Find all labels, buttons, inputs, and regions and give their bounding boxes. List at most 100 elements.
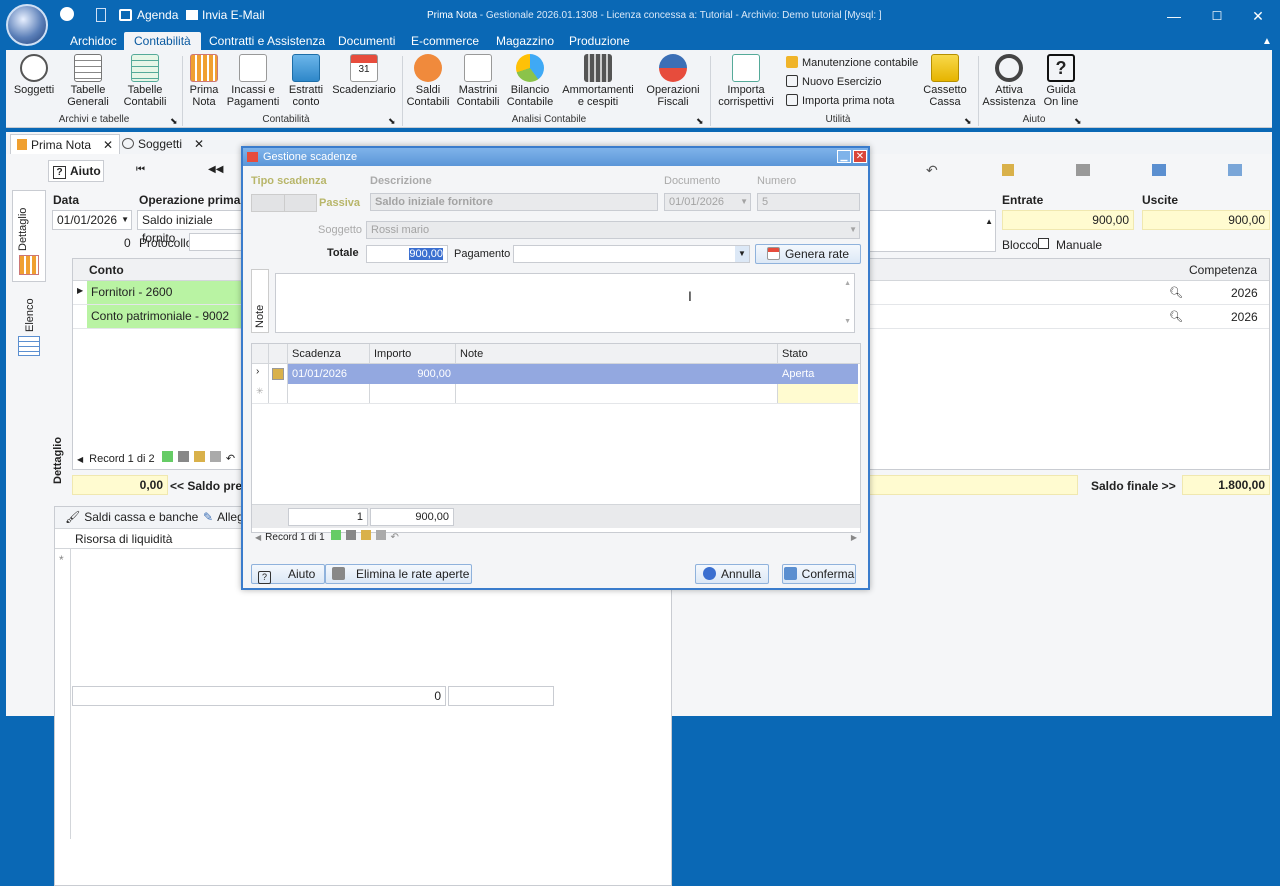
importa-corrispettivi-button[interactable]: Importa corrispettivi	[714, 54, 778, 108]
nav-prev-icon[interactable]: ◀	[77, 455, 83, 464]
protocollo-input[interactable]	[189, 233, 247, 251]
saldi-contabili-button[interactable]: Saldi Contabili	[406, 54, 450, 108]
side-tab-elenco[interactable]: Elenco	[12, 290, 46, 362]
tab-produzione[interactable]: Produzione	[561, 32, 638, 50]
undo-icon[interactable]: ↶	[926, 162, 938, 179]
scroll-up-icon[interactable]: ▲	[985, 213, 993, 231]
quick-access-circle-icon[interactable]	[60, 7, 74, 21]
agenda-button[interactable]: Agenda	[137, 8, 178, 22]
stato-new-cell[interactable]	[778, 384, 858, 403]
close-tab-icon[interactable]: ✕	[194, 137, 204, 151]
pagamento-select[interactable]: ▼	[513, 245, 750, 263]
delete-record-icon[interactable]	[177, 451, 189, 462]
edit-record-icon[interactable]	[193, 451, 205, 462]
operazione-input[interactable]: Saldo iniziale fornito	[137, 210, 247, 245]
conto-cell[interactable]: Conto patrimoniale - 9002	[87, 305, 247, 328]
magnifier-icon[interactable]: 🔍︎	[1169, 286, 1183, 299]
dialog-close-icon[interactable]: ✕	[853, 150, 867, 163]
copy-icon[interactable]	[1152, 164, 1166, 176]
edit-record-icon[interactable]	[360, 530, 371, 540]
edit-icon[interactable]	[1002, 164, 1014, 176]
undo-record-icon[interactable]: ↶	[226, 453, 235, 465]
tab-archidoc[interactable]: Archidoc	[62, 32, 125, 50]
scroll-down-icon[interactable]: ▼	[844, 314, 851, 330]
minimize-icon[interactable]: —	[1164, 6, 1184, 26]
scadenza-cell[interactable]: 01/01/2026	[288, 364, 351, 384]
first-record-icon[interactable]: ⏮	[136, 164, 145, 175]
phone-icon[interactable]	[96, 8, 106, 22]
tabelle-generali-button[interactable]: Tabelle Generali	[62, 54, 114, 108]
guida-online-button[interactable]: ? Guida On line	[1040, 54, 1082, 108]
scroll-up-icon[interactable]: ▲	[844, 276, 851, 292]
importa-prima-nota-button[interactable]: Importa prima nota	[786, 94, 894, 107]
doctab-soggetti[interactable]: Soggetti ✕	[116, 134, 210, 154]
group-launcher-icon[interactable]: ⬊	[170, 116, 178, 127]
maximize-icon[interactable]: ☐	[1207, 6, 1227, 26]
group-launcher-icon[interactable]: ⬊	[696, 116, 704, 127]
tab-saldi-cassa[interactable]: 🖌︎ Saldi cassa e banche	[65, 510, 198, 524]
nav-prev-icon[interactable]: ◀	[255, 533, 261, 542]
tab-contratti[interactable]: Contratti e Assistenza	[201, 32, 333, 50]
mastrini-contabili-button[interactable]: Mastrini Contabili	[456, 54, 500, 108]
bilancio-contabile-button[interactable]: Bilancio Contabile	[506, 54, 554, 108]
tab-allegati[interactable]: ✎ Alleg	[203, 510, 244, 524]
note-textarea[interactable]: I ▲ ▼	[275, 273, 855, 333]
duplicate-icon[interactable]	[1228, 164, 1242, 176]
totale-input[interactable]: 900,00	[366, 245, 448, 263]
close-tab-icon[interactable]: ✕	[103, 138, 113, 152]
group-launcher-icon[interactable]: ⬊	[388, 116, 396, 127]
description-field[interactable]: ▲	[866, 210, 996, 252]
close-icon[interactable]: ✕	[1248, 6, 1268, 26]
delete-record-icon[interactable]	[346, 530, 357, 540]
manutenzione-button[interactable]: Manutenzione contabile	[786, 56, 918, 69]
annulla-button[interactable]: Annulla	[695, 564, 769, 584]
attiva-assistenza-button[interactable]: Attiva Assistenza	[982, 54, 1036, 108]
edit-row-icon[interactable]	[272, 368, 284, 380]
data-input[interactable]: 01/01/2026 ▼	[52, 210, 132, 230]
estratti-conto-button[interactable]: Estratti conto	[284, 54, 328, 108]
print-icon[interactable]	[1076, 164, 1090, 176]
nav-next-icon[interactable]: ▶	[851, 529, 857, 547]
tab-ecommerce[interactable]: E-commerce	[403, 32, 487, 50]
tab-contabilita[interactable]: Contabilità	[124, 32, 201, 50]
tipo-scadenza-toggle[interactable]	[251, 194, 317, 212]
prev-record-icon[interactable]: ◀◀	[208, 164, 223, 175]
conto-cell[interactable]: Fornitori - 2600	[87, 281, 247, 304]
manuale-checkbox[interactable]	[1038, 238, 1049, 249]
operazioni-fiscali-button[interactable]: Operazioni Fiscali	[644, 54, 702, 108]
dropdown-icon[interactable]: ▼	[735, 246, 749, 262]
cassetto-cassa-button[interactable]: Cassetto Cassa	[920, 54, 970, 108]
dropdown-icon[interactable]: ▼	[121, 211, 129, 229]
prima-nota-button[interactable]: Prima Nota	[186, 54, 222, 108]
add-record-icon[interactable]	[161, 451, 173, 462]
ribbon-collapse-icon[interactable]: ▲	[1262, 36, 1272, 47]
stato-cell[interactable]: Aperta	[778, 364, 818, 384]
tabelle-contabili-button[interactable]: Tabelle Contabili	[118, 54, 172, 108]
soggetti-button[interactable]: Soggetti	[12, 54, 56, 96]
importo-cell[interactable]: 900,00	[370, 364, 455, 384]
aiuto-main-button[interactable]: ? Aiuto	[48, 160, 104, 182]
doctab-prima-nota[interactable]: Prima Nota ✕	[10, 134, 121, 154]
add-record-icon[interactable]	[331, 530, 342, 540]
dialog-minimize-icon[interactable]: ▁	[837, 150, 851, 163]
genera-rate-button[interactable]: Genera rate	[755, 244, 861, 264]
aiuto-button[interactable]: ? Aiuto	[251, 564, 325, 584]
table-row[interactable]: › 01/01/2026 900,00 Aperta	[252, 364, 860, 384]
magnifier-icon[interactable]: 🔍︎	[1169, 310, 1183, 323]
save-record-icon[interactable]	[375, 530, 386, 540]
nuovo-esercizio-button[interactable]: Nuovo Esercizio	[786, 75, 881, 88]
incassi-pagamenti-button[interactable]: Incassi e Pagamenti	[226, 54, 280, 108]
undo-record-icon[interactable]: ↶	[391, 532, 399, 543]
tab-magazzino[interactable]: Magazzino	[488, 32, 562, 50]
group-launcher-icon[interactable]: ⬊	[964, 116, 972, 127]
group-launcher-icon[interactable]: ⬊	[1074, 116, 1082, 127]
app-logo-icon[interactable]	[6, 4, 48, 46]
tab-documenti[interactable]: Documenti	[330, 32, 403, 50]
ammortamenti-button[interactable]: Ammortamenti e cespiti	[560, 54, 636, 108]
save-record-icon[interactable]	[209, 451, 221, 462]
conferma-button[interactable]: Conferma	[782, 564, 856, 584]
side-tab-dettaglio[interactable]: Dettaglio	[12, 190, 46, 282]
scadenziario-button[interactable]: 31 Scadenziario	[332, 54, 396, 96]
new-row[interactable]: ✳	[252, 384, 860, 404]
invia-email-button[interactable]: Invia E-Mail	[202, 8, 265, 22]
